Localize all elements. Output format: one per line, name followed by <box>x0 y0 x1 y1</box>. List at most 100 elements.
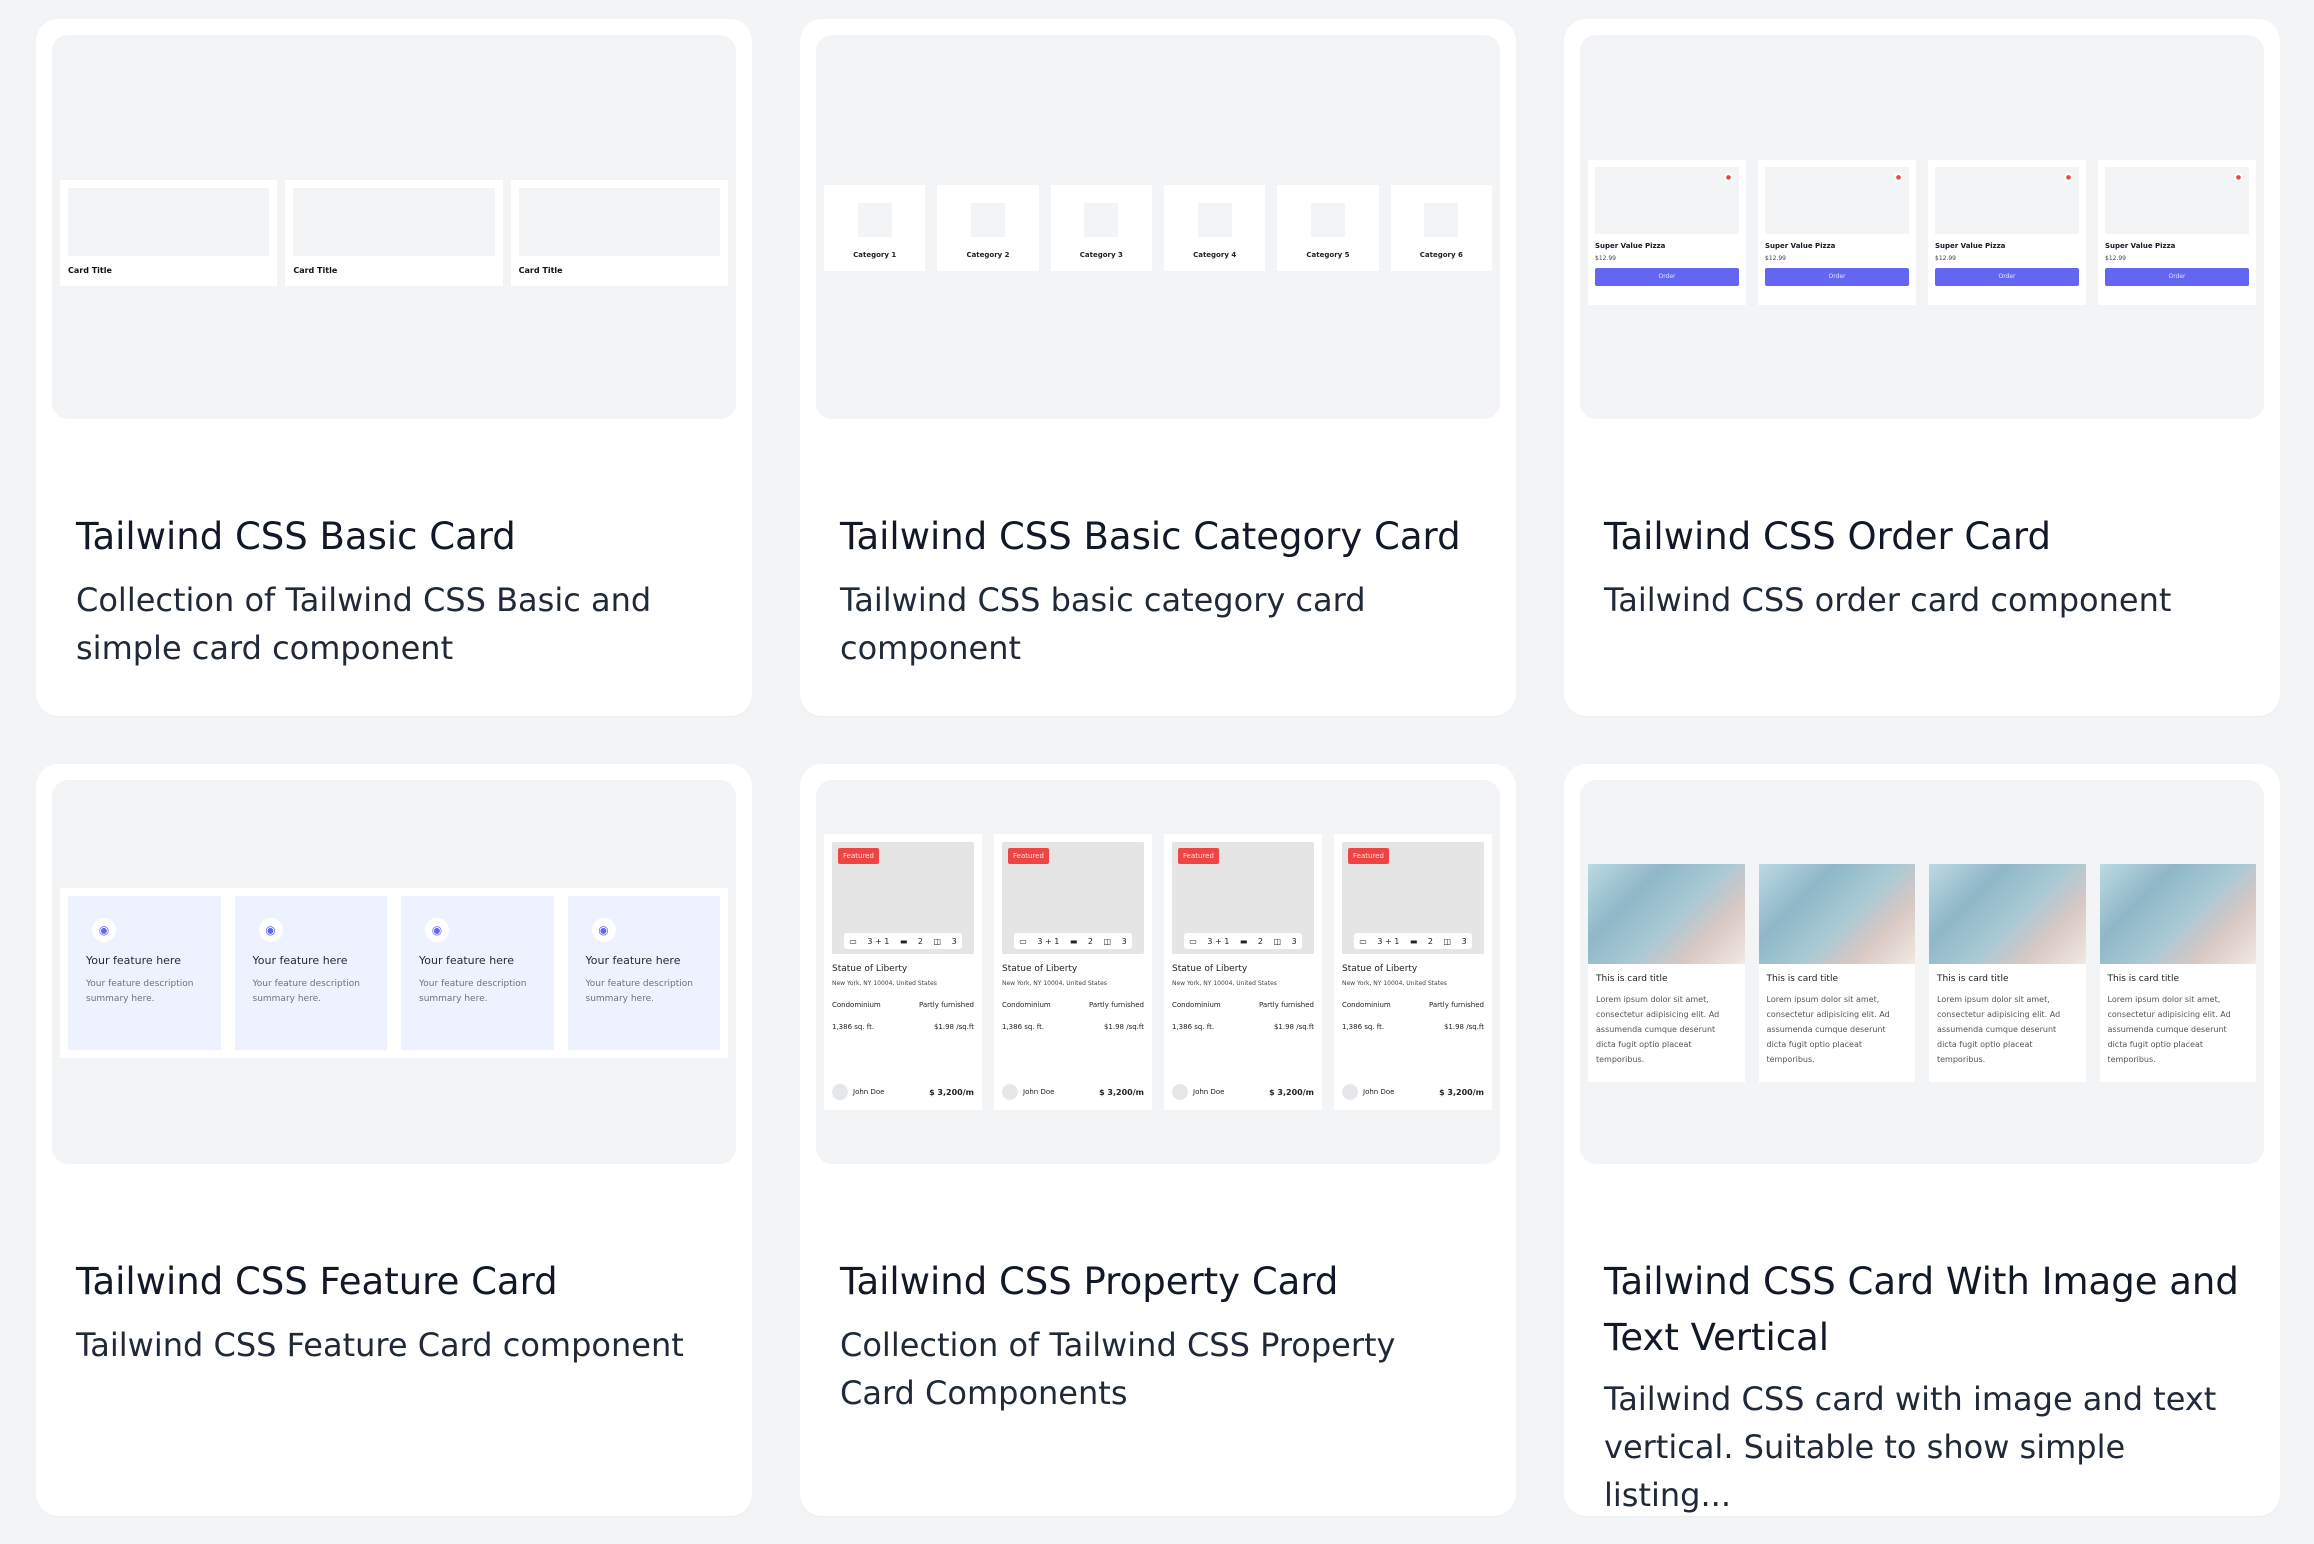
component-card-image-vertical[interactable]: This is card title Lorem ipsum dolor sit … <box>1564 764 2280 1516</box>
order-button: Order <box>1935 268 2079 286</box>
order-card-name: Super Value Pizza <box>1595 242 1666 250</box>
avatar <box>1342 1084 1358 1100</box>
card-grid: Card Title Card Title Card Title Tailwin… <box>36 19 2280 1516</box>
component-card-property[interactable]: Featured ▭ 3 + 1 ▬ 2 ◫ 3 Statue of Liberty New… <box>800 764 1516 1516</box>
image-card: This is card title Lorem ipsum dolor sit … <box>1929 864 2086 1082</box>
preview-thumbnail[interactable]: ● Super Value Pizza $12.99 Order ● Super Val… <box>1580 35 2264 419</box>
property-size-row: 1,386 sq. ft. $1.98 /sq.ft <box>1342 1023 1484 1031</box>
property-price: $ 3,200/m <box>929 1087 974 1097</box>
basic-card-title: Card Title <box>293 266 338 275</box>
property-type: Condominium <box>1172 1001 1221 1009</box>
card-title[interactable]: Tailwind CSS Card With Image and Text Ve… <box>1604 1254 2244 1366</box>
image-card: This is card title Lorem ipsum dolor sit … <box>1588 864 1745 1082</box>
image-card-title: This is card title <box>1596 974 1668 984</box>
property-footer: John Doe $ 3,200/m <box>1342 1084 1484 1100</box>
preview-thumbnail[interactable]: Card Title Card Title Card Title <box>52 35 736 419</box>
category-item: Category 4 <box>1163 185 1266 271</box>
order-button: Order <box>1595 268 1739 286</box>
order-card-image: ● <box>1765 167 1909 234</box>
image-card-text: Lorem ipsum dolor sit amet, consectetur … <box>1596 995 1720 1064</box>
order-card: ● Super Value Pizza $12.99 Order <box>1588 160 1746 305</box>
fire-icon: ● <box>2064 173 2073 182</box>
image-card-title: This is card title <box>2107 974 2179 984</box>
basic-card-image <box>293 188 495 256</box>
tree-image <box>1758 864 1915 964</box>
order-card-name: Super Value Pizza <box>1935 242 2006 250</box>
image-card-title: This is card title <box>1937 974 2009 984</box>
property-name: Statue of Liberty <box>832 964 908 974</box>
category-icon <box>1310 203 1345 237</box>
property-type: Condominium <box>1342 1001 1391 1009</box>
property-name: Statue of Liberty <box>1342 964 1418 974</box>
property-address: New York, NY 10004, United States <box>1002 980 1107 987</box>
featured-badge: Featured <box>838 848 879 864</box>
basic-card: Card Title <box>60 180 278 286</box>
bath-icon: ◫ <box>933 936 942 946</box>
agent-name: John Doe <box>1363 1088 1395 1096</box>
feature-card: ◉ Your feature here Your feature descripti… <box>567 896 720 1050</box>
bed-icon: ▭ <box>1359 936 1367 946</box>
category-icon <box>970 203 1005 237</box>
card-title[interactable]: Tailwind CSS Basic Category Card <box>840 509 1480 565</box>
feature-description: Your feature description summary here. <box>86 979 194 1004</box>
preview-thumbnail[interactable]: Category 1 Category 2 Category 3 Categor… <box>816 35 1500 419</box>
cars-count: 2 <box>1257 936 1263 946</box>
image-card-text: Lorem ipsum dolor sit amet, consectetur … <box>1937 995 2061 1064</box>
car-icon: ▬ <box>1409 936 1418 946</box>
card-title[interactable]: Tailwind CSS Feature Card <box>76 1254 716 1310</box>
order-card: ● Super Value Pizza $12.99 Order <box>1758 160 1916 305</box>
preview-thumbnail[interactable]: ◉ Your feature here Your feature descripti… <box>52 780 736 1164</box>
card-title[interactable]: Tailwind CSS Order Card <box>1604 509 2244 565</box>
category-item: Category 3 <box>1050 185 1152 271</box>
bed-icon: ▭ <box>1019 936 1027 946</box>
basic-card-image <box>68 188 270 256</box>
category-icon <box>1084 203 1119 237</box>
component-card-order[interactable]: ● Super Value Pizza $12.99 Order ● Super Val… <box>1564 19 2280 716</box>
property-price: $ 3,200/m <box>1439 1087 1484 1097</box>
fire-icon: ● <box>1894 173 1903 182</box>
card-title[interactable]: Tailwind CSS Basic Card <box>76 509 716 565</box>
category-item: Category 5 <box>1277 185 1379 271</box>
order-card: ● Super Value Pizza $12.99 Order <box>2098 160 2256 305</box>
property-details-row: Condominium Partly furnished <box>1002 1001 1144 1009</box>
property-footer: John Doe $ 3,200/m <box>1002 1084 1144 1100</box>
card-description: Collection of Tailwind CSS Basic and sim… <box>76 581 652 667</box>
property-stats: ▭ 3 + 1 ▬ 2 ◫ 3 <box>1354 933 1472 949</box>
piggy-bank-icon: ◉ <box>425 918 449 942</box>
image-card-text: Lorem ipsum dolor sit amet, consectetur … <box>1766 995 1890 1064</box>
bed-icon: ▭ <box>1189 936 1197 946</box>
order-card-row: ● Super Value Pizza $12.99 Order ● Super Val… <box>1588 160 2256 305</box>
feature-card: ◉ Your feature here Your feature descripti… <box>68 896 221 1050</box>
cars-count: 2 <box>917 936 923 946</box>
category-label: Category 4 <box>1193 251 1237 259</box>
card-description: Collection of Tailwind CSS Property Card… <box>840 1326 1396 1412</box>
property-price: $ 3,200/m <box>1269 1087 1314 1097</box>
feature-card: ◉ Your feature here Your feature descripti… <box>234 896 387 1050</box>
property-details-row: Condominium Partly furnished <box>1172 1001 1314 1009</box>
image-card-title: This is card title <box>1766 974 1838 984</box>
category-row: Category 1 Category 2 Category 3 Categor… <box>824 185 1492 271</box>
component-card-basic[interactable]: Card Title Card Title Card Title Tailwin… <box>36 19 752 716</box>
cars-count: 2 <box>1087 936 1093 946</box>
order-card-name: Super Value Pizza <box>1765 242 1836 250</box>
preview-thumbnail[interactable]: Featured ▭ 3 + 1 ▬ 2 ◫ 3 Statue of Liberty New… <box>816 780 1500 1164</box>
property-stats: ▭ 3 + 1 ▬ 2 ◫ 3 <box>1184 933 1302 949</box>
card-description: Tailwind CSS card with image and text ve… <box>1604 1380 2217 1514</box>
property-card: Featured ▭ 3 + 1 ▬ 2 ◫ 3 Statue of Liberty New… <box>1164 834 1322 1110</box>
property-price: $ 3,200/m <box>1099 1087 1144 1097</box>
property-address: New York, NY 10004, United States <box>1172 980 1277 987</box>
tree-image <box>1588 864 1745 964</box>
agent-name: John Doe <box>1023 1088 1055 1096</box>
basic-card: Card Title <box>510 180 728 286</box>
component-card-category[interactable]: Category 1 Category 2 Category 3 Categor… <box>800 19 1516 716</box>
preview-thumbnail[interactable]: This is card title Lorem ipsum dolor sit … <box>1580 780 2264 1164</box>
category-label: Category 5 <box>1306 251 1350 259</box>
card-title[interactable]: Tailwind CSS Property Card <box>840 1254 1480 1310</box>
avatar <box>1002 1084 1018 1100</box>
baths-count: 3 <box>1291 936 1297 946</box>
feature-card-row: ◉ Your feature here Your feature descripti… <box>60 888 728 1058</box>
property-stats: ▭ 3 + 1 ▬ 2 ◫ 3 <box>844 933 962 949</box>
property-card: Featured ▭ 3 + 1 ▬ 2 ◫ 3 Statue of Liberty New… <box>994 834 1152 1110</box>
component-card-feature[interactable]: ◉ Your feature here Your feature descripti… <box>36 764 752 1516</box>
category-label: Category 2 <box>966 251 1010 259</box>
